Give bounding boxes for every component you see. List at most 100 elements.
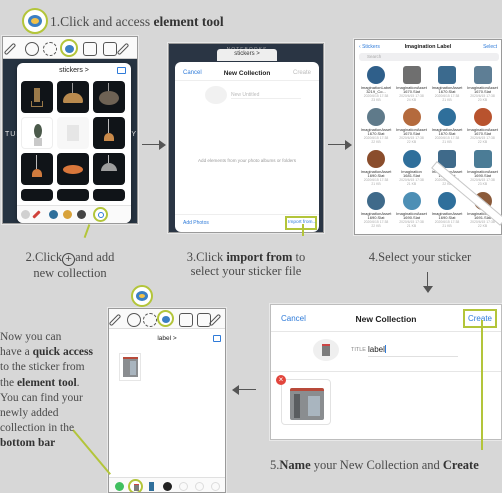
collection-icon-4[interactable] (63, 210, 72, 219)
pen-icon[interactable] (3, 42, 17, 56)
file-item[interactable]: ImaginationAsset 1690.Slat 2020/6/15 17:3… (430, 190, 464, 231)
file-item[interactable]: ImaginationAsset 1690.Slat 2020/6/15 17:3… (359, 190, 393, 231)
building-icon (402, 66, 421, 84)
step3-divider (175, 80, 319, 81)
arrow-5-to-6 (232, 383, 256, 398)
sticker-plant[interactable] (21, 117, 53, 149)
step4-select-button[interactable]: Select (483, 44, 497, 50)
step3-bottom-divider (175, 214, 319, 215)
sticker-row4-a[interactable] (21, 189, 53, 201)
step6-lasso-icon[interactable] (143, 313, 157, 327)
step5-screen: Cancel New Collection Create TITLE label… (270, 304, 502, 440)
file-meta: 2020/6/15 17:38 23 KB (470, 178, 495, 186)
step6-bar-icon-5[interactable] (179, 482, 188, 491)
step4-caption: 4.Select your sticker (368, 250, 472, 264)
step6-people-icon[interactable] (127, 313, 141, 327)
sticker-row4-c[interactable] (93, 189, 125, 201)
sticker-row4-b[interactable] (57, 189, 89, 201)
sticker-lamp-2[interactable] (93, 117, 125, 149)
collection-icon-5[interactable] (77, 210, 86, 219)
step6-sticker[interactable] (119, 353, 141, 381)
step6-bar-icon-6[interactable] (195, 482, 204, 491)
file-item[interactable]: ImaginationAsset 1670.Slat 2020/6/15 17:3… (359, 106, 393, 147)
sticker-chandelier[interactable] (93, 81, 125, 113)
step3-create-button[interactable]: Create (293, 70, 311, 76)
file-item[interactable]: ImaginationAsset 1690.Slat 2020/6/15 17:3… (395, 190, 429, 231)
arrow-2-to-3 (142, 138, 166, 153)
file-item[interactable]: ImaginationAsset 1670.Slat 2020/6/15 17:3… (466, 106, 500, 147)
file-meta: 2020/6/15 17:38 22 KB (399, 136, 424, 144)
sticker-chair[interactable] (21, 81, 53, 113)
sticker-lamp[interactable] (57, 81, 89, 113)
element-tool-icon[interactable] (60, 39, 78, 57)
step3-title-field[interactable]: New Untitled (231, 92, 301, 99)
sticker-cat[interactable] (57, 153, 89, 185)
home-icon (473, 108, 492, 126)
file-item[interactable]: ImaginationAsset 1670.Slat 2020/6/15 17:3… (430, 64, 464, 105)
image-icon[interactable] (83, 42, 97, 56)
sticker-ceiling-lamp[interactable] (93, 153, 125, 185)
people-icon[interactable] (25, 42, 39, 56)
step6-screen: label > (108, 308, 226, 493)
step3-caption: 3.Click import from to select your stick… (186, 250, 306, 279)
step1-element-tool-icon[interactable] (22, 8, 48, 34)
box-icon (473, 150, 492, 168)
file-item[interactable]: ImaginationAsset 1670.Slat 2020/6/15 17:3… (430, 106, 464, 147)
collection-icon-3[interactable] (49, 210, 58, 219)
file-meta: 2020/6/15 17:38 21 KB (399, 220, 424, 228)
step6-element-icon[interactable] (131, 285, 153, 307)
step6-bar-icon-4[interactable] (163, 482, 172, 491)
step2-bottom-bar (17, 205, 131, 223)
add-collection-button[interactable] (93, 207, 108, 222)
file-meta: 2020/6/15 17:38 21 KB (363, 178, 389, 186)
step5-create-button[interactable]: Create (462, 309, 497, 328)
file-item[interactable]: Imagination 1681.Slat 2020/6/15 17:38 21 … (395, 148, 429, 189)
step6-element-tool-icon[interactable] (157, 310, 174, 327)
stickers-title[interactable]: stickers > (17, 67, 131, 74)
step6-pen-icon[interactable] (109, 313, 122, 327)
box-icon (473, 66, 492, 84)
text-icon[interactable] (103, 42, 117, 56)
step6-bar-icon-3[interactable] (149, 482, 154, 491)
dollar-icon (367, 192, 385, 210)
file-item[interactable]: ImaginationLabel 3219_Co... 2020/6/15 17:… (359, 64, 393, 105)
step6-new-collection-icon[interactable] (128, 479, 143, 492)
sticker-pendant[interactable] (21, 153, 53, 185)
step3-pointer-line (302, 224, 304, 236)
file-item[interactable]: ImaginationAsset 1670.Slat 2020/6/15 17:3… (395, 64, 429, 105)
step6-bar-icon-7[interactable] (211, 482, 220, 491)
step6-sidebar-icon[interactable] (213, 335, 221, 342)
eyedropper-icon[interactable] (116, 42, 130, 56)
collection-icon-2[interactable] (32, 210, 41, 219)
step6-text-icon[interactable] (197, 313, 211, 327)
step5-pointer-line (481, 320, 483, 450)
step3-hint: Add elements from your photo albums or f… (197, 158, 297, 163)
step5-divider-2 (271, 371, 501, 372)
file-item[interactable]: ImaginationAsset 1670.Slat 2020/6/15 17:3… (395, 106, 429, 147)
file-meta: 2020/6/15 17:38 21 KB (399, 178, 424, 186)
file-item[interactable]: ImaginationAsset 1670.Slat 2020/6/15 17:3… (466, 64, 500, 105)
moon-icon (367, 66, 385, 84)
step5-sticker-card[interactable] (281, 379, 331, 425)
sidebar-toggle-icon[interactable] (117, 67, 126, 74)
sticker-blank[interactable] (57, 117, 89, 149)
step6-panel-title[interactable]: label > (109, 335, 225, 342)
lasso-icon[interactable] (43, 42, 57, 56)
step2-pointer-line (83, 224, 90, 238)
stickers-popover: stickers > (17, 63, 131, 223)
file-item[interactable]: ImaginationAsset 1690.Slat 2020/6/15 17:3… (359, 148, 393, 189)
file-meta: 2020/6/15 17:38 21 KB (434, 220, 460, 228)
file-meta: 2020/6/15 17:38 22 KB (363, 136, 389, 144)
import-from-button[interactable]: Import from... (285, 216, 317, 230)
collection-icon-1[interactable] (21, 210, 30, 219)
step3-stickers-tab[interactable]: stickers > (217, 49, 277, 61)
check-icon (438, 192, 456, 210)
arrow-4-to-5-head (423, 286, 433, 293)
add-photos-button[interactable]: Add Photos (183, 220, 209, 226)
step5-delete-icon[interactable]: × (276, 375, 286, 385)
step6-bar-icon-1[interactable] (115, 482, 124, 491)
file-item[interactable]: ImaginationAsset 1690.Slat 2020/6/15 17:3… (466, 148, 500, 189)
step4-search-field[interactable]: Search (359, 53, 499, 61)
step5-title-input[interactable]: label (368, 345, 458, 357)
step6-image-icon[interactable] (179, 313, 193, 327)
